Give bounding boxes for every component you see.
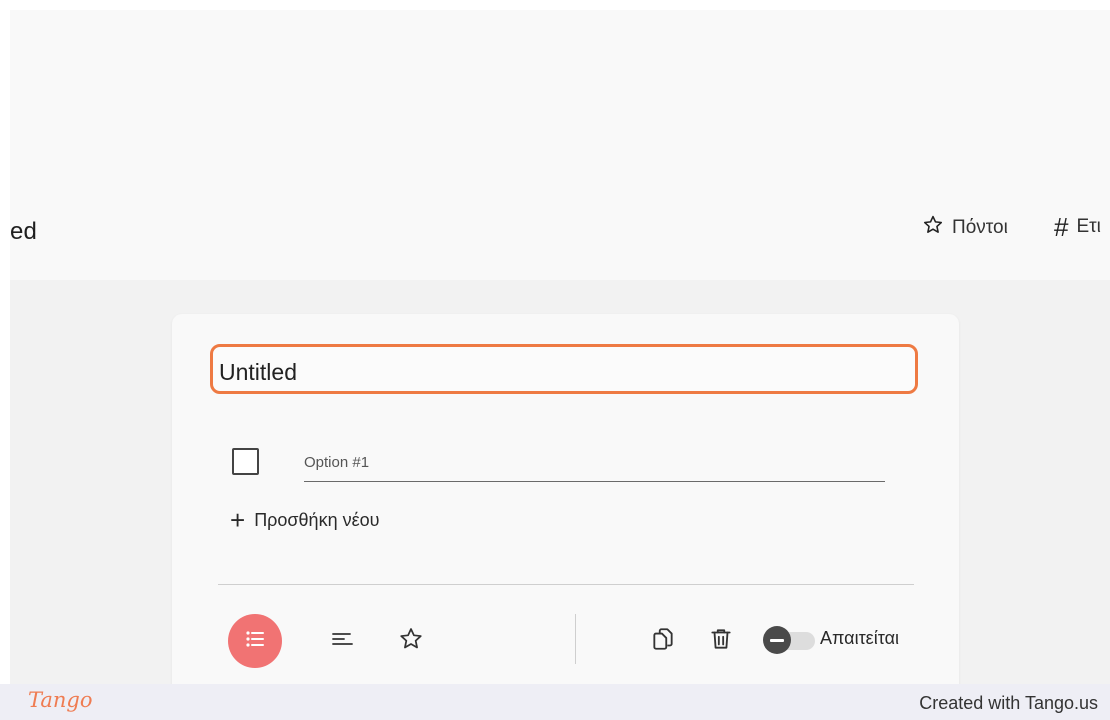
required-toggle[interactable] — [763, 626, 815, 654]
delete-button[interactable] — [706, 626, 736, 656]
tango-logo: Tango — [28, 688, 93, 712]
type-rating-button[interactable] — [396, 626, 426, 656]
add-option-label: Προσθήκη νέου — [254, 509, 380, 530]
option-checkbox[interactable] — [232, 448, 259, 475]
short-text-icon — [330, 626, 356, 657]
top-bar: ed Πόντοι # Ετι — [10, 10, 1110, 280]
list-icon — [243, 627, 267, 656]
app-screen: ed Πόντοι # Ετι + Προσθήκη νέου — [10, 10, 1110, 684]
divider — [218, 584, 914, 585]
option-input[interactable] — [304, 450, 885, 482]
tango-footer: Tango Created with Tango.us — [0, 684, 1110, 720]
points-label: Πόντοι — [952, 217, 1008, 238]
label-button[interactable]: # Ετι — [1054, 214, 1101, 240]
toggle-knob — [763, 626, 791, 654]
question-card: + Προσθήκη νέου — [172, 314, 959, 684]
plus-icon: + — [230, 505, 246, 535]
duplicate-button[interactable] — [648, 626, 678, 656]
toolbar-separator — [575, 614, 576, 664]
copy-icon — [650, 626, 676, 657]
label-text: Ετι — [1076, 216, 1101, 237]
points-button[interactable]: Πόντοι — [922, 214, 1008, 242]
footer-credit: Created with Tango.us — [919, 693, 1098, 713]
type-text-button[interactable] — [328, 626, 358, 656]
add-option-button[interactable]: + Προσθήκη νέου — [230, 507, 379, 533]
form-title[interactable]: ed — [10, 218, 37, 246]
question-toolbar: Απαιτείται — [172, 614, 959, 674]
type-list-button[interactable] — [228, 614, 282, 668]
question-title-input[interactable] — [210, 344, 918, 394]
star-outline-icon — [922, 214, 944, 242]
trash-icon — [708, 626, 734, 657]
option-row — [232, 448, 885, 484]
required-label: Απαιτείται — [820, 628, 899, 648]
star-outline-icon — [398, 626, 424, 657]
hash-icon: # — [1054, 212, 1069, 242]
